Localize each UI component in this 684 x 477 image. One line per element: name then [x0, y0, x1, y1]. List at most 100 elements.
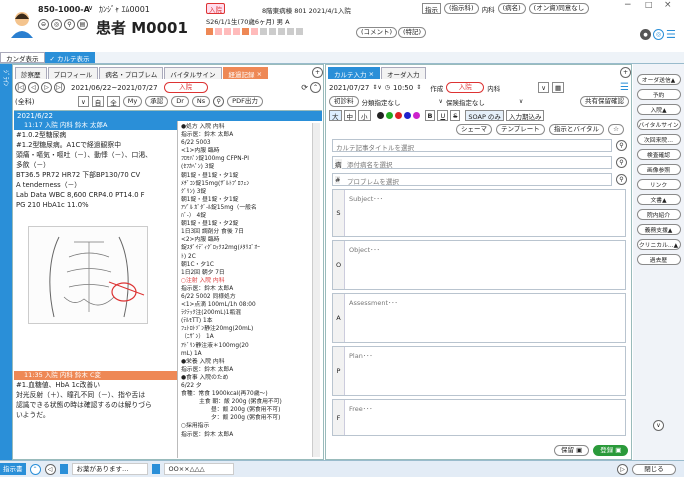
soap-plan[interactable]: P Plan･･･ — [332, 346, 626, 396]
filter-ns[interactable]: Ns — [191, 96, 211, 107]
tab-karte-input[interactable]: カルテ入力 × — [328, 67, 381, 79]
history-icon[interactable]: ⊖ — [38, 19, 49, 30]
comment-button[interactable]: (コメント) — [356, 27, 398, 38]
avatar[interactable] — [10, 10, 34, 38]
document-icon[interactable]: ▤ — [77, 19, 88, 30]
time-spin-icon[interactable]: ⇕ — [416, 84, 421, 91]
hold-button[interactable]: 保留 ▣ — [554, 445, 590, 456]
search-icon[interactable]: ⚲ — [616, 140, 627, 151]
window-minimize-icon[interactable]: − — [624, 0, 632, 10]
color-blue-icon[interactable] — [403, 112, 411, 119]
menu-icon[interactable]: ☰ — [666, 28, 676, 41]
color-black-icon[interactable] — [376, 112, 384, 119]
search-icon[interactable]: ⚲ — [64, 19, 75, 30]
tag-consent[interactable]: (オン資)同意なし — [528, 3, 590, 14]
filter-dropdown[interactable]: ∨ — [78, 96, 89, 107]
sidebar-item-clinical[interactable]: クリニカル…▲ — [636, 239, 681, 250]
last-icon[interactable]: ▷| — [54, 82, 65, 93]
prev-icon[interactable]: ◁ — [44, 463, 56, 475]
sidebar-item-past[interactable]: 過去歴 — [636, 254, 681, 265]
info-icon[interactable]: ◎ — [653, 29, 664, 40]
strike-button[interactable]: S — [450, 110, 461, 121]
flag-icon[interactable] — [215, 28, 222, 35]
flag-icon[interactable] — [260, 28, 267, 35]
note-button[interactable]: (特記) — [398, 27, 427, 38]
add-tab-icon[interactable]: + — [312, 67, 323, 78]
soap-subject[interactable]: S Subject･･･ — [332, 189, 626, 237]
schema-image[interactable] — [28, 226, 148, 324]
flag-icon[interactable] — [296, 28, 303, 35]
flag-icon[interactable] — [242, 28, 249, 35]
title-select-field[interactable]: カルテ記事タイトルを選択 — [332, 139, 612, 152]
admission-filter-button[interactable]: 入院 — [163, 82, 208, 93]
tab-order-input[interactable]: オーダ入力 — [381, 67, 426, 79]
sidebar-item-exam-check[interactable]: 検査確認 — [636, 149, 681, 160]
disease-select-field[interactable]: 病 添付病名を選択 — [332, 156, 612, 169]
tab-progress[interactable]: 経過記録 × — [222, 67, 269, 79]
schema-button[interactable]: シェーマ — [456, 124, 492, 135]
input-period-button[interactable]: 入力期込み — [505, 110, 545, 121]
prev-icon[interactable]: ◁ — [28, 82, 39, 93]
color-green-icon[interactable] — [385, 112, 393, 119]
first-visit-button[interactable]: 初診料 — [329, 96, 359, 107]
record-date[interactable]: 2021/07/27 — [329, 84, 369, 92]
dept-filter[interactable]: (全科) — [15, 97, 75, 107]
category-dropdown-icon[interactable]: ∨ — [439, 98, 443, 105]
dept-dropdown[interactable]: ∨ — [538, 82, 550, 93]
tab-problem[interactable]: 病名・プロブレム — [99, 67, 164, 79]
soap-only-button[interactable]: SOAP のみ — [465, 110, 504, 121]
shared-pending-button[interactable]: 共有保留確認 — [580, 96, 629, 107]
filter-dr[interactable]: Dr — [171, 96, 189, 107]
timeline-scrollbar[interactable] — [312, 123, 320, 457]
sidebar-item-document[interactable]: 文書▲ — [636, 194, 681, 205]
sidebar-item-appointment[interactable]: 予約 — [636, 89, 681, 100]
sidebar-item-admission[interactable]: 入院▲ — [636, 104, 681, 115]
first-icon[interactable]: |◁ — [15, 82, 26, 93]
vertical-side-tab[interactable]: ｼﾞﾗｲﾝ — [0, 64, 12, 460]
entry-header[interactable]: 11:35 入院 内科 鈴木 C変 — [14, 371, 177, 380]
filter-self[interactable]: 自 — [91, 96, 105, 107]
tab-karte[interactable]: ✓ カルテ表示 — [44, 52, 95, 63]
sidebar-item-image[interactable]: 画像参照 — [636, 164, 681, 175]
collapse-icon[interactable]: ⌃ — [310, 82, 321, 93]
sidebar-item-next-visit[interactable]: 次回来院… — [636, 134, 681, 145]
insurance-select[interactable]: 保険指定なし — [446, 97, 516, 107]
record-dept[interactable]: 内科 — [487, 83, 535, 93]
window-close-icon[interactable]: × — [664, 0, 672, 10]
tab-profile[interactable]: プロフィール — [47, 67, 99, 79]
soap-assessment[interactable]: A Assessment･･･ — [332, 293, 626, 343]
sidebar-item-obligation[interactable]: 義務支援▲ — [636, 224, 681, 235]
flag-icon[interactable] — [287, 28, 294, 35]
register-button[interactable]: 登録 ▣ — [593, 445, 629, 456]
patient-dropdown-icon[interactable]: ∨ — [88, 4, 93, 12]
size-large-button[interactable]: 大 — [329, 110, 342, 121]
notice-item[interactable]: OO××△△△ — [163, 463, 234, 475]
tab-visit-history[interactable]: 診察歴 — [15, 67, 47, 79]
tag-instruction-dept[interactable]: (指示科) — [444, 3, 479, 14]
user-icon[interactable]: ● — [640, 29, 651, 40]
record-time[interactable]: 10:50 — [393, 84, 413, 92]
flag-icon[interactable] — [206, 28, 213, 35]
vitals-button[interactable]: 指示とバイタル — [548, 124, 605, 135]
flag-icon[interactable] — [233, 28, 240, 35]
dept-calendar-icon[interactable]: ▦ — [552, 82, 565, 93]
underline-button[interactable]: U — [437, 110, 449, 121]
filter-approved[interactable]: 承認 — [145, 96, 169, 107]
tag-instruction[interactable]: 指示 — [422, 3, 441, 14]
insurance-dropdown-icon[interactable]: ∨ — [519, 98, 523, 105]
template-button[interactable]: テンプレート — [496, 124, 545, 135]
sidebar-item-referral[interactable]: 院内紹介 — [636, 209, 681, 220]
refresh-icon[interactable]: ⟳ — [301, 83, 308, 92]
flag-icon[interactable] — [251, 28, 258, 35]
category-select[interactable]: 分類指定なし — [362, 97, 436, 107]
tag-disease[interactable]: (病名) — [497, 3, 526, 14]
next-icon[interactable]: ▷ — [41, 82, 52, 93]
tab-close-icon[interactable]: × — [369, 70, 374, 78]
search-icon[interactable]: ⚲ — [213, 96, 225, 107]
search-icon[interactable]: ⚲ — [616, 157, 627, 168]
filter-my[interactable]: My — [122, 96, 143, 107]
sidebar-item-vitals[interactable]: バイタルサイン — [636, 119, 681, 130]
add-tab-icon[interactable]: + — [620, 67, 631, 78]
sidebar-item-link[interactable]: リンク — [636, 179, 681, 190]
close-button[interactable]: 閉じる — [632, 463, 676, 475]
